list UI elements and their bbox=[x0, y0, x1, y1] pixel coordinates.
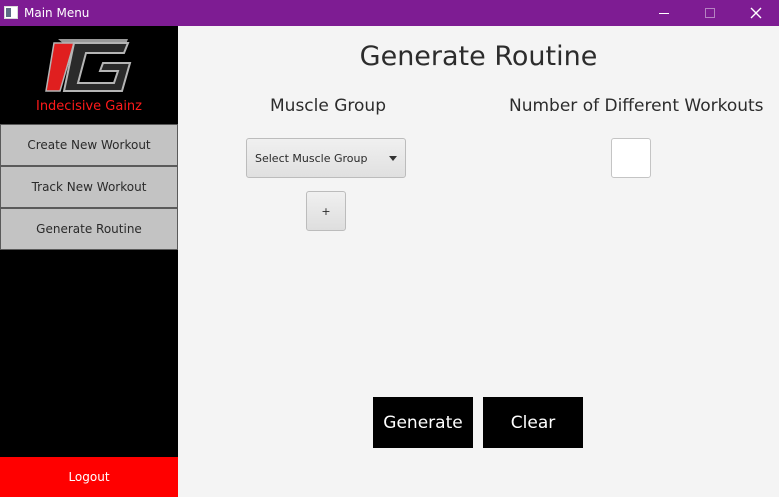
sidebar-item-label: Track New Workout bbox=[31, 180, 147, 194]
window-title: Main Menu bbox=[24, 6, 90, 20]
minimize-icon bbox=[659, 12, 669, 14]
title-bar: Main Menu bbox=[0, 0, 779, 26]
add-muscle-group-button[interactable]: + bbox=[306, 191, 346, 231]
sidebar-item-label: Generate Routine bbox=[36, 222, 142, 236]
page-title: Generate Routine bbox=[359, 41, 598, 72]
maximize-button[interactable] bbox=[687, 0, 733, 26]
muscle-group-select-value: Select Muscle Group bbox=[255, 151, 368, 165]
generate-button[interactable]: Generate bbox=[373, 397, 473, 448]
muscle-group-label: Muscle Group bbox=[270, 96, 386, 116]
maximize-icon bbox=[705, 8, 715, 18]
brand-name: Indecisive Gainz bbox=[35, 99, 142, 114]
clear-button[interactable]: Clear bbox=[483, 397, 583, 448]
sidebar-item-label: Create New Workout bbox=[27, 138, 151, 152]
logout-button[interactable]: Logout bbox=[0, 457, 178, 497]
minimize-button[interactable] bbox=[641, 0, 687, 26]
add-button-label: + bbox=[321, 204, 331, 218]
logout-label: Logout bbox=[68, 470, 110, 484]
workouts-count-input[interactable] bbox=[611, 138, 651, 178]
app-icon bbox=[4, 6, 18, 19]
close-button[interactable] bbox=[733, 0, 779, 26]
close-icon bbox=[750, 7, 762, 19]
sidebar-item-generate-routine[interactable]: Generate Routine bbox=[0, 208, 178, 250]
sidebar: Indecisive Gainz Create New Workout Trac… bbox=[0, 26, 178, 497]
clear-button-label: Clear bbox=[510, 412, 556, 433]
workouts-count-label: Number of Different Workouts bbox=[509, 96, 764, 116]
generate-button-label: Generate bbox=[383, 412, 463, 433]
main-content: Generate Routine Muscle Group Number of … bbox=[178, 26, 779, 497]
sidebar-item-track-new-workout[interactable]: Track New Workout bbox=[0, 166, 178, 208]
muscle-group-select[interactable]: Select Muscle Group bbox=[246, 138, 406, 178]
brand-logo bbox=[45, 39, 132, 92]
sidebar-item-create-new-workout[interactable]: Create New Workout bbox=[0, 124, 178, 166]
chevron-down-icon bbox=[389, 156, 397, 161]
